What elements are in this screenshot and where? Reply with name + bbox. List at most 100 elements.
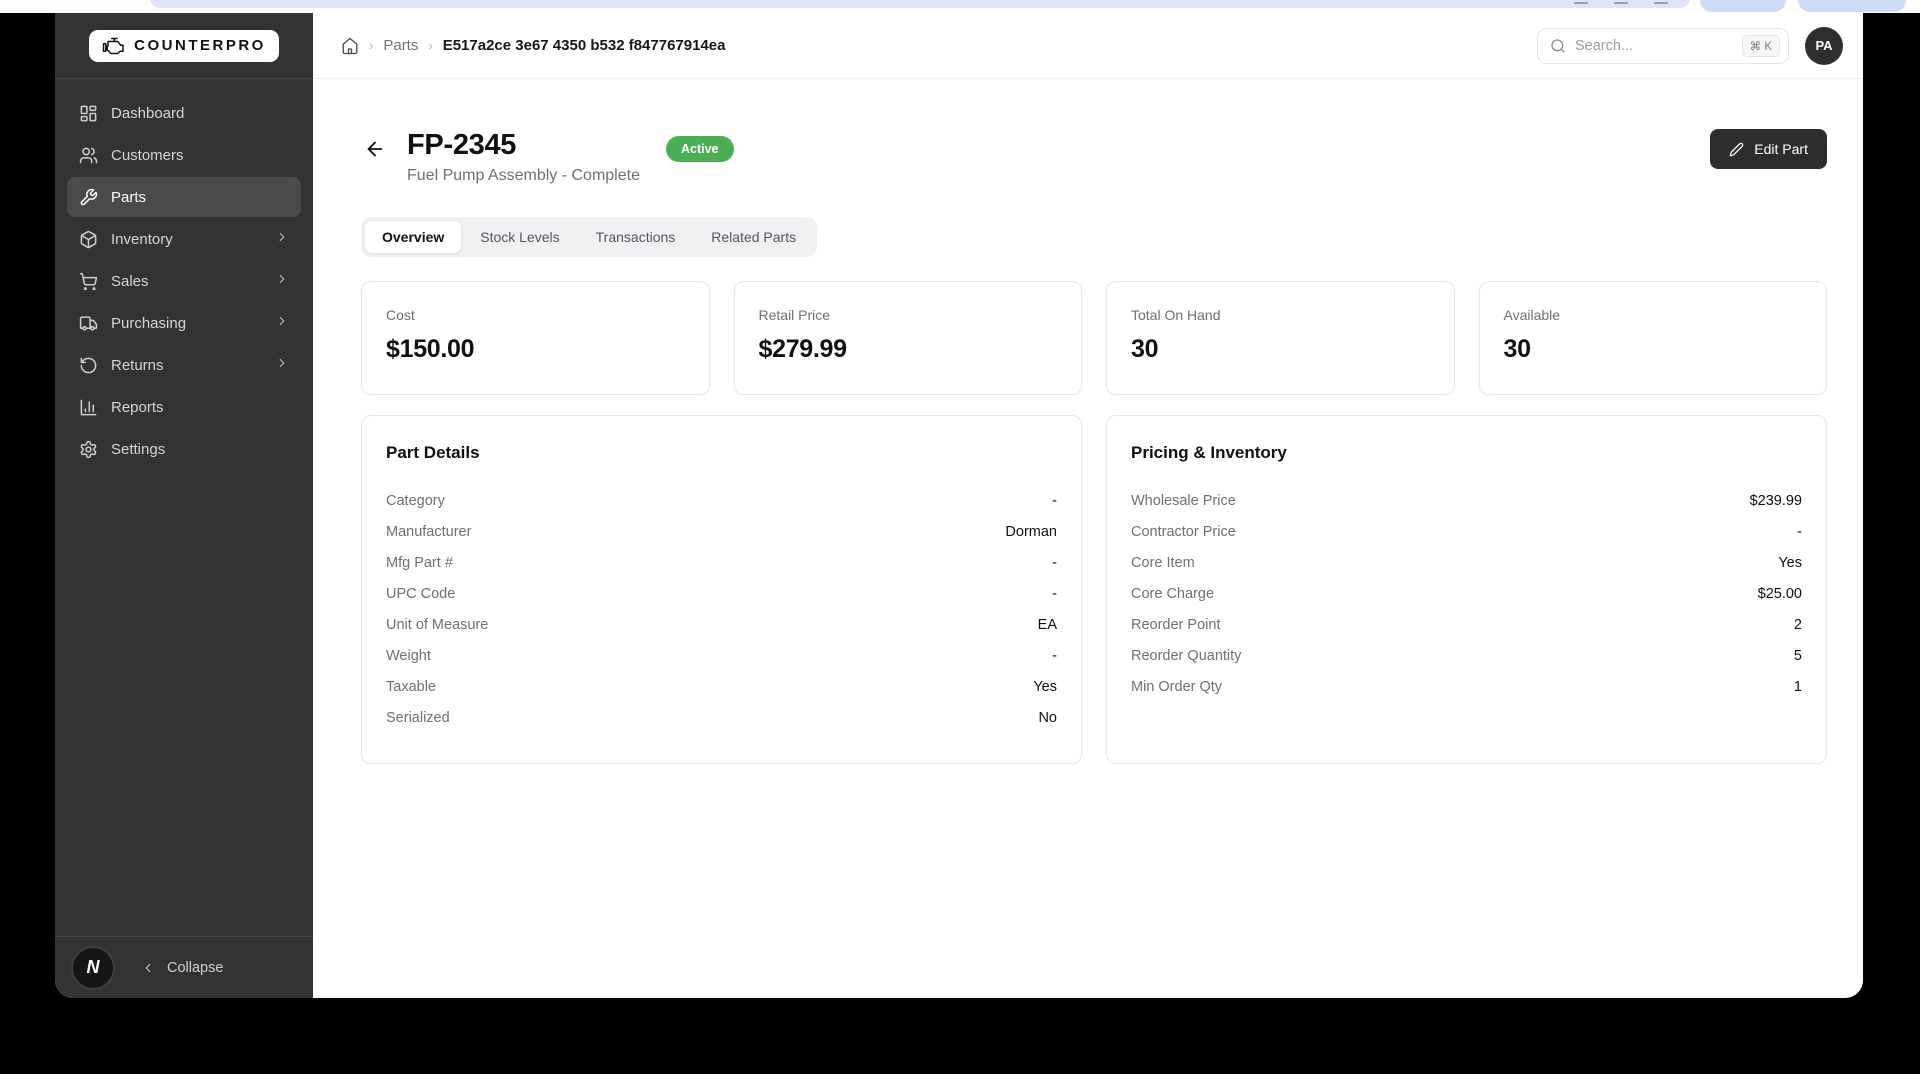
tab-related-parts[interactable]: Related Parts xyxy=(694,221,813,253)
browser-toolbar-icon[interactable] xyxy=(1654,2,1668,10)
collapse-label: Collapse xyxy=(167,959,224,976)
sidebar-item-label: Returns xyxy=(111,356,164,374)
stat-card-total-on-hand: Total On Hand 30 xyxy=(1106,281,1455,395)
edit-part-button[interactable]: Edit Part xyxy=(1710,129,1827,169)
sidebar-item-label: Settings xyxy=(111,440,166,458)
tab-stock-levels[interactable]: Stock Levels xyxy=(463,221,576,253)
sidebar-footer: N Collapse xyxy=(55,936,313,998)
breadcrumb-parts-link[interactable]: Parts xyxy=(383,37,418,54)
detail-row-reorder-point: Reorder Point 2 xyxy=(1131,616,1802,633)
browser-menu-chip[interactable] xyxy=(1798,0,1906,12)
breadcrumb-separator: › xyxy=(369,38,374,53)
pricing-inventory-panel: Pricing & Inventory Wholesale Price $239… xyxy=(1106,415,1827,764)
chevron-right-icon xyxy=(275,230,289,248)
chevron-right-icon xyxy=(275,356,289,374)
tab-bar: Overview Stock Levels Transactions Relat… xyxy=(361,217,818,257)
detail-row-core-charge: Core Charge $25.00 xyxy=(1131,585,1802,602)
status-badge: Active xyxy=(665,136,734,162)
app-window: COUNTERPRO Dashboard Customers Parts Inv… xyxy=(55,13,1863,998)
sidebar-item-reports[interactable]: Reports xyxy=(67,387,301,427)
sidebar-item-returns[interactable]: Returns xyxy=(67,345,301,385)
chevron-right-icon xyxy=(275,272,289,290)
package-icon xyxy=(80,230,97,248)
detail-row-manufacturer: Manufacturer Dorman xyxy=(386,523,1057,540)
stat-label: Available xyxy=(1503,307,1561,323)
home-icon[interactable] xyxy=(341,37,359,55)
detail-panels: Part Details Category - Manufacturer Dor… xyxy=(361,415,1827,764)
user-avatar[interactable]: PA xyxy=(1805,26,1843,65)
collapse-button[interactable]: Collapse xyxy=(141,960,223,976)
sidebar-item-label: Inventory xyxy=(111,230,173,248)
stat-label: Cost xyxy=(386,307,415,323)
sidebar-item-settings[interactable]: Settings xyxy=(67,429,301,469)
sidebar-item-parts[interactable]: Parts xyxy=(67,177,301,217)
panel-title: Pricing & Inventory xyxy=(1131,443,1287,462)
chevron-left-icon xyxy=(145,963,151,972)
arrow-left-icon xyxy=(367,141,383,157)
stat-label: Total On Hand xyxy=(1131,307,1221,323)
stat-label: Retail Price xyxy=(758,307,831,323)
breadcrumb-current: E517a2ce 3e67 4350 b532 f847767914ea xyxy=(442,37,726,54)
detail-row-contractor-price: Contractor Price - xyxy=(1131,523,1802,540)
customers-icon xyxy=(79,147,98,163)
detail-row-reorder-quantity: Reorder Quantity 5 xyxy=(1131,647,1802,664)
cart-icon xyxy=(79,272,98,290)
detail-row-min-order-qty: Min Order Qty 1 xyxy=(1131,678,1802,695)
sidebar-item-customers[interactable]: Customers xyxy=(67,135,301,175)
detail-row-category: Category - xyxy=(386,492,1057,509)
detail-row-unit-of-measure: Unit of Measure EA xyxy=(386,616,1057,633)
edit-part-label: Edit Part xyxy=(1754,141,1808,157)
dashboard-icon xyxy=(80,105,97,121)
sidebar-item-inventory[interactable]: Inventory xyxy=(67,219,301,259)
browser-toolbar-icon[interactable] xyxy=(1614,2,1628,10)
topbar: › Parts › E517a2ce 3e67 4350 b532 f84776… xyxy=(313,13,1863,79)
part-details-panel: Part Details Category - Manufacturer Dor… xyxy=(361,415,1082,764)
back-button[interactable] xyxy=(361,135,389,163)
logo[interactable]: COUNTERPRO xyxy=(89,29,279,62)
gear-icon xyxy=(80,440,97,458)
search-box[interactable]: ⌘ K xyxy=(1537,27,1789,64)
stat-value: $279.99 xyxy=(758,335,848,363)
search-icon xyxy=(1551,38,1565,53)
part-subtitle: Fuel Pump Assembly - Complete xyxy=(407,167,640,184)
stat-cards: Cost $150.00 Retail Price $279.99 Total … xyxy=(361,281,1827,395)
breadcrumb: › Parts › E517a2ce 3e67 4350 b532 f84776… xyxy=(341,37,725,55)
engine-icon xyxy=(102,37,124,54)
content-area: › Parts › E517a2ce 3e67 4350 b532 f84776… xyxy=(313,13,1863,998)
bar-chart-icon xyxy=(80,399,97,415)
main-panel: FP-2345 Fuel Pump Assembly - Complete Ac… xyxy=(313,79,1863,998)
pencil-icon xyxy=(1729,142,1744,156)
pricing-inventory-rows: Wholesale Price $239.99 Contractor Price… xyxy=(1131,485,1802,702)
chevron-right-icon xyxy=(275,314,289,332)
stat-value: 30 xyxy=(1503,335,1532,363)
sidebar-item-label: Purchasing xyxy=(111,314,187,332)
browser-address-bar[interactable] xyxy=(150,0,1690,8)
browser-toolbar-icon[interactable] xyxy=(1574,2,1588,10)
stat-card-available: Available 30 xyxy=(1478,281,1827,395)
sidebar-item-label: Parts xyxy=(111,188,147,206)
sidebar-item-label: Customers xyxy=(111,146,184,164)
sidebar-item-dashboard[interactable]: Dashboard xyxy=(67,93,301,133)
page-title: FP-2345 xyxy=(407,129,517,161)
sidebar-nav: Dashboard Customers Parts Inventory Sale… xyxy=(55,79,313,483)
panel-title: Part Details xyxy=(386,443,480,462)
sidebar-item-sales[interactable]: Sales xyxy=(67,261,301,301)
wrench-icon xyxy=(80,188,98,205)
sidebar-item-purchasing[interactable]: Purchasing xyxy=(67,303,301,343)
logo-text: COUNTERPRO xyxy=(134,37,266,54)
browser-chrome xyxy=(0,0,1920,13)
sidebar-item-label: Dashboard xyxy=(111,104,185,122)
detail-row-core-item: Core Item Yes xyxy=(1131,554,1802,571)
truck-icon xyxy=(79,315,98,331)
tab-overview[interactable]: Overview xyxy=(365,221,462,253)
part-title-block: FP-2345 Fuel Pump Assembly - Complete xyxy=(407,129,640,185)
tab-transactions[interactable]: Transactions xyxy=(579,221,693,253)
search-input[interactable] xyxy=(1575,37,1733,54)
stat-value: $150.00 xyxy=(386,335,475,363)
workspace-avatar[interactable]: N xyxy=(71,945,115,990)
sidebar-item-label: Reports xyxy=(111,398,164,416)
part-details-rows: Category - Manufacturer Dorman Mfg Part … xyxy=(386,485,1057,733)
detail-row-wholesale-price: Wholesale Price $239.99 xyxy=(1131,492,1802,509)
topbar-right: ⌘ K PA xyxy=(1537,26,1843,65)
browser-profile-chip[interactable] xyxy=(1700,0,1786,12)
